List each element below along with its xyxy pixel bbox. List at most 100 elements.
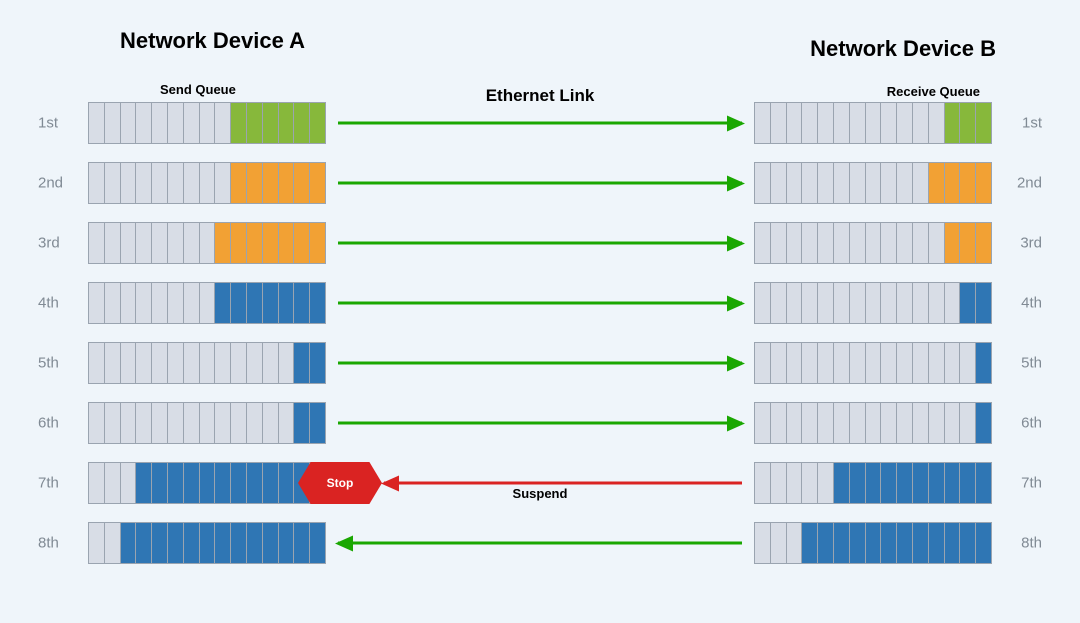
row-label-left: 5th — [38, 355, 59, 372]
queue-cell — [818, 103, 834, 143]
receive-queue — [754, 282, 992, 324]
queue-cell — [945, 223, 961, 263]
queue-cell — [945, 103, 961, 143]
queue-cell — [200, 343, 216, 383]
queue-cell — [279, 283, 295, 323]
queue-cell — [802, 283, 818, 323]
arrow-icon — [338, 542, 742, 545]
queue-cell — [263, 283, 279, 323]
queue-cell — [168, 103, 184, 143]
queue-cell — [897, 103, 913, 143]
queue-cell — [897, 403, 913, 443]
arrow-icon — [384, 482, 742, 485]
row-label-left: 7th — [38, 475, 59, 492]
queue-cell — [184, 103, 200, 143]
send-queue — [88, 162, 326, 204]
row-label-left: 6th — [38, 415, 59, 432]
queue-cell — [929, 343, 945, 383]
queue-row: 1st1st — [38, 102, 1042, 144]
arrow-head-icon — [727, 415, 745, 431]
queue-cell — [866, 463, 882, 503]
queue-cell — [787, 163, 803, 203]
queue-cell — [184, 223, 200, 263]
queue-cell — [263, 403, 279, 443]
send-queue — [88, 342, 326, 384]
queue-row: 8th8th — [38, 522, 1042, 564]
queue-cell — [960, 523, 976, 563]
queue-cell — [834, 523, 850, 563]
queue-cell — [960, 463, 976, 503]
row-label-right: 4th — [1021, 295, 1042, 312]
queue-cell — [787, 463, 803, 503]
queue-cell — [960, 223, 976, 263]
queue-cell — [136, 223, 152, 263]
queue-cell — [897, 163, 913, 203]
queue-cell — [866, 163, 882, 203]
queue-cell — [184, 163, 200, 203]
queue-cell — [89, 163, 105, 203]
queue-cell — [834, 403, 850, 443]
queue-cell — [136, 523, 152, 563]
queue-cell — [89, 103, 105, 143]
queue-cell — [929, 283, 945, 323]
arrow-head-icon — [727, 235, 745, 251]
receive-queue — [754, 162, 992, 204]
queue-cell — [231, 523, 247, 563]
queue-cell — [755, 163, 771, 203]
queue-cell — [200, 403, 216, 443]
queue-cell — [231, 103, 247, 143]
queue-cell — [976, 463, 991, 503]
queue-cell — [881, 283, 897, 323]
queue-cell — [89, 523, 105, 563]
queue-cell — [913, 283, 929, 323]
arrow-head-icon — [727, 115, 745, 131]
queue-cell — [913, 463, 929, 503]
queue-cell — [89, 343, 105, 383]
send-queue — [88, 522, 326, 564]
queue-cell — [976, 103, 991, 143]
queue-cell — [310, 103, 325, 143]
queue-cell — [802, 463, 818, 503]
queue-cell — [771, 343, 787, 383]
row-label-right: 7th — [1021, 475, 1042, 492]
queue-cell — [184, 523, 200, 563]
queue-cell — [136, 403, 152, 443]
queue-cell — [850, 103, 866, 143]
queue-cell — [802, 523, 818, 563]
arrow-icon — [338, 122, 742, 125]
arrow-head-icon — [727, 295, 745, 311]
queue-cell — [866, 403, 882, 443]
queue-cell — [231, 163, 247, 203]
receive-queue — [754, 522, 992, 564]
queue-cell — [294, 223, 310, 263]
queue-cell — [152, 103, 168, 143]
queue-cell — [247, 463, 263, 503]
queue-cell — [976, 163, 991, 203]
queue-cell — [121, 343, 137, 383]
queue-cell — [215, 283, 231, 323]
queue-cell — [89, 403, 105, 443]
queue-cell — [866, 343, 882, 383]
queue-cell — [960, 283, 976, 323]
queue-cell — [945, 343, 961, 383]
queue-cell — [247, 343, 263, 383]
queue-cell — [247, 103, 263, 143]
queue-cell — [802, 103, 818, 143]
queue-cell — [960, 103, 976, 143]
queue-cell — [755, 283, 771, 323]
queue-row: 6th6th — [38, 402, 1042, 444]
queue-cell — [929, 163, 945, 203]
queue-cell — [834, 103, 850, 143]
queue-cell — [184, 463, 200, 503]
send-queue — [88, 282, 326, 324]
queue-cell — [215, 403, 231, 443]
arrow-icon — [338, 422, 742, 425]
queue-cell — [929, 523, 945, 563]
queue-cell — [105, 463, 121, 503]
queue-cell — [231, 283, 247, 323]
queue-cell — [184, 283, 200, 323]
queue-cell — [913, 343, 929, 383]
queue-cell — [897, 343, 913, 383]
queue-cell — [136, 163, 152, 203]
queue-cell — [215, 223, 231, 263]
